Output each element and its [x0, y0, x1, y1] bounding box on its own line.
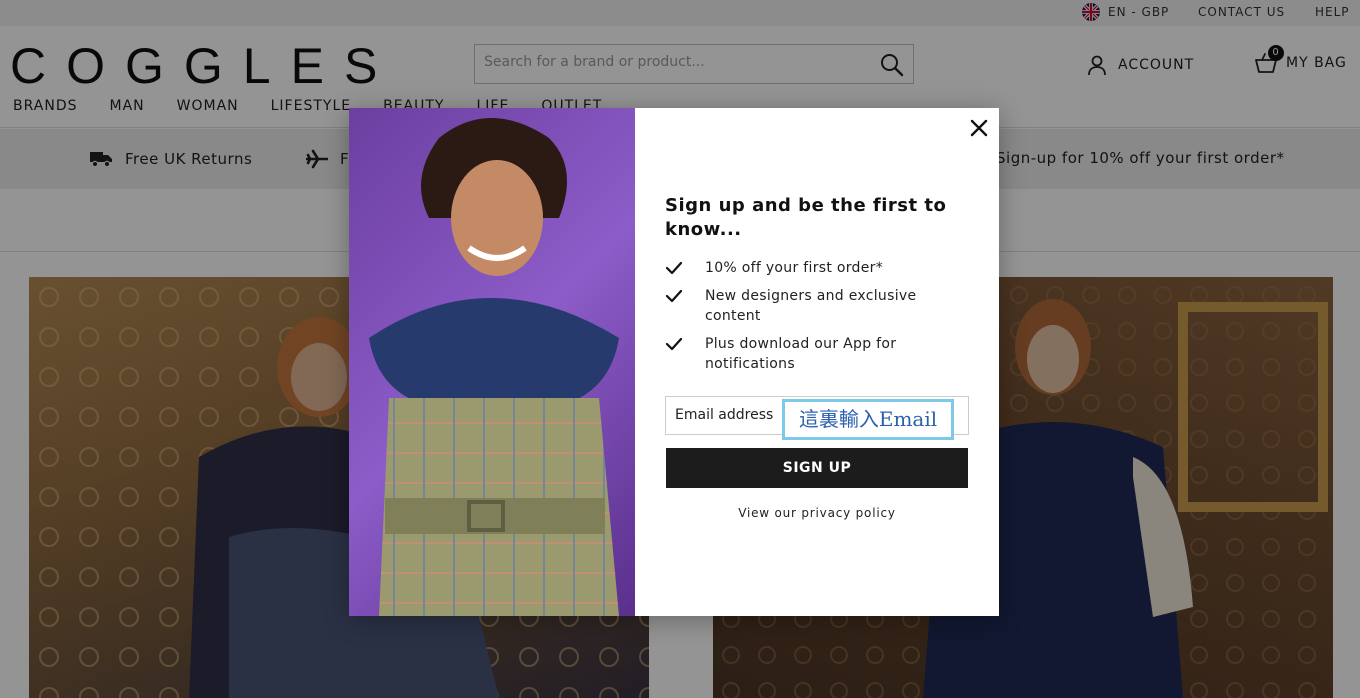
signup-modal: Sign up and be the first to know... 10% … [349, 108, 999, 616]
model-illustration [369, 118, 619, 616]
email-input[interactable] [675, 407, 785, 423]
checkmark-icon [665, 289, 683, 303]
modal-model-photo [349, 108, 635, 616]
modal-title: Sign up and be the first to know... [665, 195, 947, 240]
privacy-policy-link[interactable]: View our privacy policy [665, 506, 969, 520]
benefit-item: New designers and exclusive content [665, 286, 935, 326]
benefit-text: Plus download our App for notifications [705, 336, 897, 372]
email-annotation: 這裏輸入Email [782, 399, 954, 440]
close-icon[interactable] [967, 116, 991, 140]
benefit-text: New designers and exclusive content [705, 288, 917, 324]
benefit-item: 10% off your first order* [665, 258, 935, 278]
checkmark-icon [665, 337, 683, 351]
benefit-text: 10% off your first order* [705, 260, 884, 276]
checkmark-icon [665, 261, 683, 275]
benefit-item: Plus download our App for notifications [665, 334, 935, 374]
email-field: 這裏輸入Email [665, 396, 969, 440]
sign-up-button[interactable]: SIGN UP [666, 448, 968, 488]
